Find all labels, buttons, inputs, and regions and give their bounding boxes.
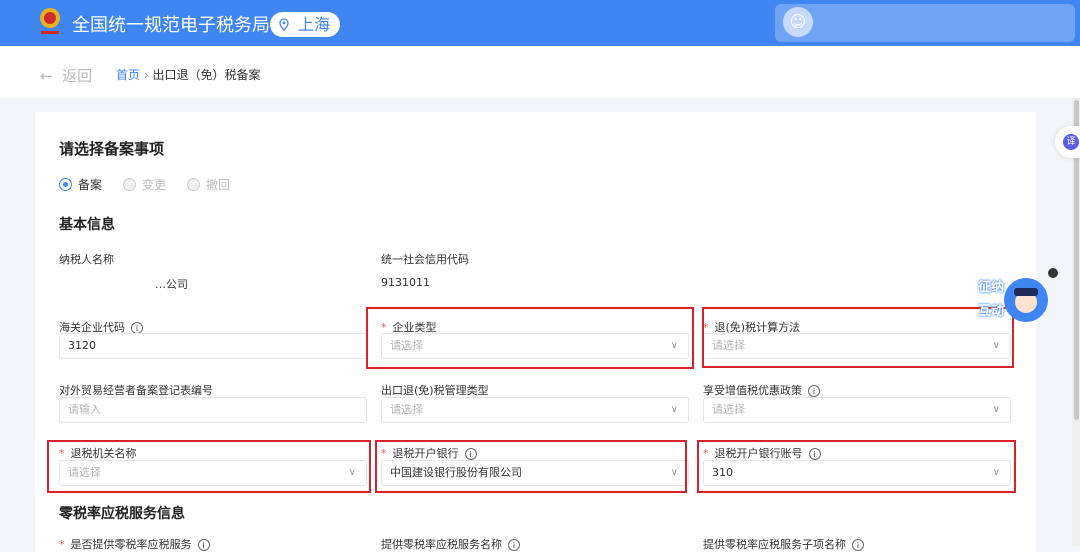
field-label-text: 提供零税率应税服务名称: [381, 538, 502, 551]
breadcrumb-separator: ›: [143, 68, 149, 82]
mascot-close-icon[interactable]: [1048, 268, 1058, 278]
highlight-box: [47, 440, 371, 493]
basic-info-title: 基本信息: [59, 217, 115, 233]
info-icon[interactable]: i: [197, 539, 210, 551]
field-placeholder: 请选择: [390, 403, 423, 416]
back-button[interactable]: ← 返回: [40, 65, 92, 86]
credit-code-value: 9131011: [381, 276, 430, 289]
breadcrumb-current: 出口退（免）税备案: [152, 68, 261, 82]
required-asterisk: *: [59, 538, 65, 551]
zero-rate-title: 零税率应税服务信息: [59, 506, 185, 522]
mascot-label[interactable]: 征纳互动: [978, 276, 1008, 324]
back-label: 返回: [62, 67, 93, 85]
user-icon[interactable]: ☺: [783, 7, 813, 37]
breadcrumb-bar: ← 返回 首页 › 出口退（免）税备案: [0, 46, 1080, 98]
info-icon[interactable]: i: [808, 385, 820, 397]
field-label: 出口退(免)税管理类型: [381, 382, 489, 398]
select-item-title: 请选择备案事项: [59, 140, 165, 158]
translate-icon: 译: [1063, 134, 1079, 150]
top-header: 全国统一规范电子税务局 上海 ☺: [0, 0, 1080, 46]
text-input[interactable]: 3120: [59, 333, 367, 359]
field-label: 享受增值税优惠政策 i: [703, 382, 820, 398]
field-label-text: 享受增值税优惠政策: [703, 384, 802, 397]
field-label: * 是否提供零税率应税服务 i: [59, 536, 210, 552]
chevron-down-icon: ∨: [992, 404, 1000, 415]
highlight-box: [375, 440, 687, 493]
tax-emblem-logo: [40, 8, 60, 34]
field-placeholder: 请选择: [712, 403, 745, 416]
taxpayer-name-label: 纳税人名称: [59, 253, 114, 266]
field-placeholder: 请输入: [68, 403, 101, 416]
radio-change[interactable]: 变更: [123, 176, 166, 193]
field-label: 提供零税率应税服务名称 i: [381, 536, 520, 552]
highlight-box: [366, 307, 694, 369]
field-label: 对外贸易经营者备案登记表编号: [59, 382, 213, 398]
field-label-text: 提供零税率应税服务子项名称: [703, 538, 846, 551]
text-input[interactable]: 请输入: [59, 397, 367, 423]
field-label-text: 是否提供零税率应税服务: [70, 538, 192, 551]
select-field[interactable]: 请选择 ∨: [703, 397, 1011, 423]
select-field[interactable]: 请选择 ∨: [381, 397, 689, 423]
taxpayer-name-value: …公司: [155, 278, 188, 291]
radio-dot: [187, 178, 200, 191]
highlight-box: [697, 440, 1016, 493]
radio-dot: [123, 178, 136, 191]
field-label: 提供零税率应税服务子项名称 i: [703, 536, 864, 552]
chevron-down-icon: ∨: [670, 404, 678, 415]
field-value: 3120: [68, 339, 96, 352]
breadcrumb-home[interactable]: 首页: [116, 68, 140, 82]
field-label-text: 对外贸易经营者备案登记表编号: [59, 384, 213, 397]
user-info-panel[interactable]: [775, 4, 1075, 42]
radio-withdraw[interactable]: 撤回: [187, 176, 230, 193]
back-arrow-icon: ←: [40, 67, 53, 85]
credit-code-label: 统一社会信用代码: [381, 253, 469, 266]
info-icon[interactable]: i: [852, 539, 864, 551]
radio-label: 变更: [142, 178, 167, 192]
location-switch[interactable]: 上海: [270, 12, 340, 37]
radio-label: 撤回: [206, 178, 231, 192]
translate-button[interactable]: 译: [1055, 126, 1080, 158]
info-icon[interactable]: i: [508, 539, 520, 551]
field-label-text: 出口退(免)税管理类型: [381, 384, 489, 397]
radio-label: 备案: [78, 178, 103, 192]
location-label: 上海: [298, 15, 331, 34]
radio-filing[interactable]: 备案: [59, 176, 102, 193]
site-title: 全国统一规范电子税务局: [72, 15, 270, 36]
breadcrumb: 首页 › 出口退（免）税备案: [116, 66, 261, 83]
map-pin-icon: [279, 18, 289, 31]
radio-dot: [59, 178, 72, 191]
highlight-box: [702, 307, 1014, 368]
